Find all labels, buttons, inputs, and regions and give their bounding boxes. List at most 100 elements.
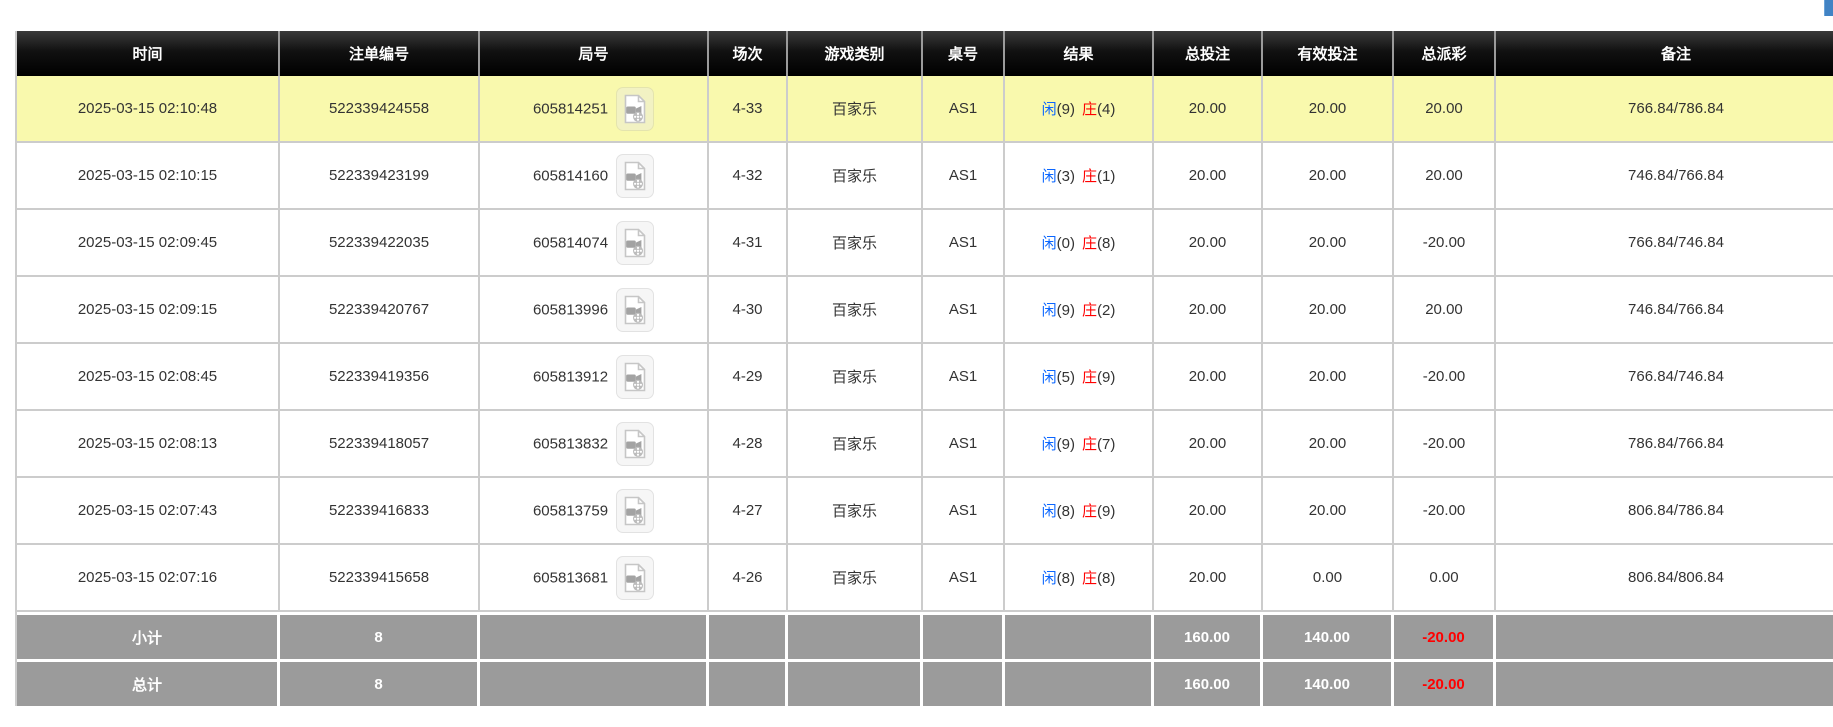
cell-table-no: AS1 xyxy=(923,277,1005,344)
result-banker-points: (9) xyxy=(1097,503,1115,520)
cell-remark: 766.84/786.84 xyxy=(1496,76,1833,143)
cell-round-id: 605813912 xyxy=(480,344,709,411)
result-player-label: 闲 xyxy=(1042,436,1057,453)
summary-empty-result xyxy=(1005,612,1154,659)
cell-session: 4-26 xyxy=(709,545,788,612)
summary-empty-session xyxy=(709,659,788,706)
cell-bet-id: 522339422035 xyxy=(280,210,480,277)
video-replay-button[interactable] xyxy=(616,556,654,600)
summary-empty-remark xyxy=(1496,659,1833,706)
subtotal-row: 小计8160.00140.00-20.00 xyxy=(17,612,1833,659)
column-header-game_type: 游戏类别 xyxy=(788,31,923,76)
cell-result: 闲(8)庄(9) xyxy=(1005,478,1154,545)
cell-remark: 766.84/746.84 xyxy=(1496,344,1833,411)
cell-bet-id: 522339416833 xyxy=(280,478,480,545)
round-id-text: 605814251 xyxy=(533,100,608,117)
summary-total-bet: 160.00 xyxy=(1154,659,1263,706)
video-replay-button[interactable] xyxy=(616,288,654,332)
result-banker-label: 庄 xyxy=(1082,436,1097,453)
cell-bet-id: 522339418057 xyxy=(280,411,480,478)
cell-game-type: 百家乐 xyxy=(788,344,923,411)
cell-session: 4-30 xyxy=(709,277,788,344)
round-id-text: 605814160 xyxy=(533,167,608,184)
bet-row: 2025-03-15 02:08:13522339418057605813832… xyxy=(17,411,1833,478)
cell-total-bet: 20.00 xyxy=(1154,76,1263,143)
cell-game-type: 百家乐 xyxy=(788,277,923,344)
bet-row: 2025-03-15 02:10:48522339424558 605814251… xyxy=(17,76,1833,143)
cell-session: 4-31 xyxy=(709,210,788,277)
video-replay-button[interactable] xyxy=(616,489,654,533)
cell-valid-bet: 20.00 xyxy=(1263,344,1394,411)
result-banker-label: 庄 xyxy=(1082,235,1097,252)
cell-time: 2025-03-15 02:08:45 xyxy=(17,344,280,411)
cell-game-type: 百家乐 xyxy=(788,411,923,478)
result-player-label: 闲 xyxy=(1042,503,1057,520)
video-replay-icon xyxy=(622,429,648,459)
cell-result: 闲(9)庄(4) xyxy=(1005,76,1154,143)
cell-time: 2025-03-15 02:09:15 xyxy=(17,277,280,344)
cell-round-id: 605814160 xyxy=(480,143,709,210)
cell-total-payout: -20.00 xyxy=(1394,478,1496,545)
bet-row: 2025-03-15 02:10:15522339423199605814160… xyxy=(17,143,1833,210)
summary-empty-game-type xyxy=(788,612,923,659)
cell-total-bet: 20.00 xyxy=(1154,277,1263,344)
result-banker-points: (8) xyxy=(1097,570,1115,587)
bet-row: 2025-03-15 02:07:43522339416833605813759… xyxy=(17,478,1833,545)
cell-time: 2025-03-15 02:10:48 xyxy=(17,76,280,143)
cell-total-payout: 20.00 xyxy=(1394,76,1496,143)
column-header-bet_id: 注单编号 xyxy=(280,31,480,76)
cell-time: 2025-03-15 02:07:43 xyxy=(17,478,280,545)
summary-empty-result xyxy=(1005,659,1154,706)
result-player-points: (8) xyxy=(1057,503,1075,520)
cell-bet-id: 522339424558 xyxy=(280,76,480,143)
result-banker-points: (8) xyxy=(1097,235,1115,252)
cell-result: 闲(3)庄(1) xyxy=(1005,143,1154,210)
cell-total-payout: -20.00 xyxy=(1394,210,1496,277)
result-banker-points: (4) xyxy=(1097,101,1115,118)
result-player-points: (9) xyxy=(1057,101,1075,118)
cell-total-payout: -20.00 xyxy=(1394,411,1496,478)
grandtotal-row: 总计8160.00140.00-20.00 xyxy=(17,659,1833,706)
cell-bet-id: 522339423199 xyxy=(280,143,480,210)
cell-round-id: 605813681 xyxy=(480,545,709,612)
cell-table-no: AS1 xyxy=(923,143,1005,210)
video-replay-icon xyxy=(622,496,648,526)
summary-empty-round xyxy=(480,612,709,659)
cell-table-no: AS1 xyxy=(923,478,1005,545)
video-replay-icon xyxy=(622,94,648,124)
video-replay-icon xyxy=(622,563,648,593)
bet-row: 2025-03-15 02:07:16522339415658605813681… xyxy=(17,545,1833,612)
cell-total-payout: 0.00 xyxy=(1394,545,1496,612)
summary-empty-table-no xyxy=(923,612,1005,659)
cell-session: 4-27 xyxy=(709,478,788,545)
result-banker-points: (1) xyxy=(1097,168,1115,185)
summary-empty-table-no xyxy=(923,659,1005,706)
cell-bet-id: 522339415658 xyxy=(280,545,480,612)
cell-valid-bet: 20.00 xyxy=(1263,411,1394,478)
cell-result: 闲(9)庄(7) xyxy=(1005,411,1154,478)
bet-row: 2025-03-15 02:08:45522339419356605813912… xyxy=(17,344,1833,411)
cell-session: 4-33 xyxy=(709,76,788,143)
result-banker-points: (7) xyxy=(1097,436,1115,453)
cell-total-bet: 20.00 xyxy=(1154,210,1263,277)
summary-empty-game-type xyxy=(788,659,923,706)
cell-round-id: 605813832 xyxy=(480,411,709,478)
cell-game-type: 百家乐 xyxy=(788,545,923,612)
cell-remark: 806.84/786.84 xyxy=(1496,478,1833,545)
video-replay-button[interactable] xyxy=(616,221,654,265)
cell-time: 2025-03-15 02:07:16 xyxy=(17,545,280,612)
video-replay-icon xyxy=(622,295,648,325)
cell-remark: 766.84/746.84 xyxy=(1496,210,1833,277)
video-replay-button[interactable] xyxy=(616,154,654,198)
video-replay-button[interactable] xyxy=(616,422,654,466)
cell-session: 4-32 xyxy=(709,143,788,210)
column-header-round_id: 局号 xyxy=(480,31,709,76)
column-header-result: 结果 xyxy=(1005,31,1154,76)
video-replay-button[interactable] xyxy=(616,355,654,399)
round-id-text: 605814074 xyxy=(533,234,608,251)
cell-time: 2025-03-15 02:09:45 xyxy=(17,210,280,277)
video-replay-button[interactable] xyxy=(616,87,654,131)
result-player-label: 闲 xyxy=(1042,570,1057,587)
column-header-total_bet: 总投注 xyxy=(1154,31,1263,76)
scrollbar-thumb[interactable] xyxy=(1824,0,1833,16)
